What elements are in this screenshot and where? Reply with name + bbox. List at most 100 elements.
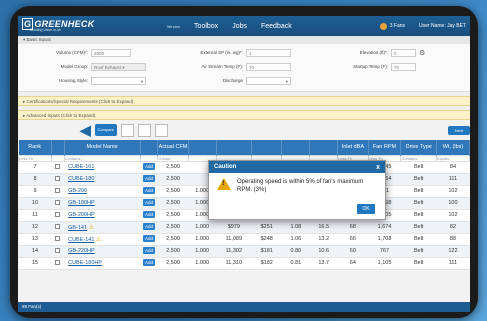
tablet-device: G GREENHECK Building Value in Air Version…: [10, 6, 478, 318]
model-link[interactable]: GB-220HP: [68, 248, 95, 254]
air-temp-input[interactable]: 70: [246, 62, 291, 71]
column-header[interactable]: [281, 140, 311, 155]
cell-dba: 68: [337, 221, 369, 234]
model-link[interactable]: CUBE-180HP: [68, 260, 102, 266]
cell-drive: Belt: [400, 245, 437, 258]
elevation-input[interactable]: 0: [391, 48, 416, 57]
nav-feedback[interactable]: Feedback: [261, 23, 292, 30]
row-checkbox[interactable]: [55, 175, 61, 181]
table-row[interactable]: 14 GB-220HP Add 2,500 1.000 11,302 $181 0.80 10.…: [18, 245, 470, 258]
column-header[interactable]: Drive Type: [400, 140, 437, 155]
dialog-header: Caution x: [209, 161, 385, 173]
compare-slot-1[interactable]: [120, 123, 134, 137]
add-button[interactable]: Add: [142, 259, 155, 266]
esp-input[interactable]: 1: [246, 48, 291, 57]
startup-temp-input[interactable]: 70: [391, 62, 416, 71]
column-header[interactable]: Rank: [18, 140, 52, 155]
add-button[interactable]: Add: [142, 199, 155, 206]
cell-rank: 12: [18, 221, 52, 234]
housing-select[interactable]: ▾: [91, 76, 146, 85]
column-header[interactable]: [140, 140, 159, 155]
column-header[interactable]: [188, 140, 217, 155]
back-arrow-icon[interactable]: ◀: [80, 122, 91, 139]
next-button[interactable]: Next: [448, 125, 470, 135]
row-checkbox[interactable]: [55, 259, 61, 265]
model-link[interactable]: GB-200: [68, 188, 87, 194]
model-link[interactable]: GB-200HP: [68, 212, 95, 218]
cell-drive: Belt: [400, 209, 437, 222]
housing-label: Housing Style:: [58, 78, 88, 83]
row-checkbox-cell: [51, 245, 65, 258]
greenheck-logo[interactable]: G GREENHECK Building Value in Air: [22, 17, 95, 33]
results-toolbar: ◀ Compare Next: [18, 120, 470, 140]
model-cell: GB-141 ⚠: [64, 221, 141, 234]
model-link[interactable]: CUBE-141: [68, 237, 94, 243]
table-row[interactable]: 12 GB-141 ⚠ Add 2,500 1.000 $979 $251 1.08 16.5 6…: [18, 221, 470, 234]
nav-jobs[interactable]: Jobs: [232, 23, 247, 30]
cell-cfm: 2,500: [157, 221, 189, 234]
close-icon[interactable]: x: [376, 164, 380, 171]
model-link[interactable]: CUBE-180: [68, 176, 94, 182]
table-row[interactable]: 15 CUBE-180HP Add 2,500 1.000 11,310 $182 0.81 1…: [18, 257, 470, 270]
version-label: Version: [166, 23, 181, 29]
fans-counter[interactable]: 3 Fans: [379, 22, 405, 30]
breadcrumb[interactable]: ▾ Basic Inputs: [18, 36, 470, 44]
add-button[interactable]: Add: [142, 187, 155, 194]
column-header[interactable]: Actual CFM: [157, 140, 189, 155]
row-checkbox-cell: [51, 173, 65, 186]
column-header[interactable]: Wt. (lbs): [436, 140, 470, 155]
add-button[interactable]: Add: [142, 211, 155, 218]
warning-icon: ⚠: [94, 236, 102, 243]
add-button[interactable]: Add: [142, 235, 155, 242]
certifications-accordion[interactable]: ▸ Certifications/Special Requirements (C…: [18, 96, 470, 106]
model-link[interactable]: GB-141: [68, 225, 87, 231]
cell-c2: 11,089: [216, 233, 252, 246]
esp-field: External SP (in. wg)*: 1: [168, 48, 328, 57]
compare-slot-3[interactable]: [154, 123, 168, 137]
row-checkbox[interactable]: [55, 235, 61, 241]
compare-slot-2[interactable]: [137, 123, 151, 137]
row-checkbox[interactable]: [55, 247, 61, 253]
ok-button[interactable]: OK: [357, 204, 375, 214]
volume-input[interactable]: 2500: [91, 48, 131, 57]
nav-toolbox[interactable]: Toolbox: [194, 23, 218, 30]
table-row[interactable]: 13 CUBE-141 ⚠ Add 2,500 1.000 11,089 $248 1.06 1…: [18, 233, 470, 246]
user-name[interactable]: User Name: Jay BET: [419, 23, 466, 29]
cell-rpm: 1,674: [368, 221, 401, 234]
column-header[interactable]: [251, 140, 283, 155]
compare-button[interactable]: Compare: [94, 124, 117, 136]
add-button[interactable]: Add: [142, 223, 155, 230]
column-header[interactable]: Inlet dBA: [337, 140, 369, 155]
cell-c1: 1.000: [188, 233, 217, 246]
cell-rpm: 1,105: [368, 257, 401, 270]
cell-c5: 13.2: [309, 233, 338, 246]
add-button[interactable]: Add: [142, 163, 155, 170]
model-link[interactable]: GB-180HP: [68, 200, 95, 206]
fan-icon: [379, 22, 387, 30]
row-checkbox[interactable]: [55, 223, 61, 229]
volume-field: Volume (CFM)*: 2500: [28, 48, 168, 57]
gear-icon[interactable]: ⚙: [419, 49, 425, 57]
row-checkbox[interactable]: [55, 199, 61, 205]
add-button[interactable]: Add: [142, 247, 155, 254]
startup-temp-field: Startup Temp (F): 70: [328, 62, 416, 71]
warning-icon: ⚠: [87, 224, 95, 231]
column-header[interactable]: [51, 140, 65, 155]
advanced-inputs-accordion[interactable]: ▸ Advanced Inputs (Click to Expand): [18, 110, 470, 120]
row-checkbox-cell: [51, 185, 65, 198]
column-header[interactable]: [309, 140, 339, 155]
row-checkbox[interactable]: [55, 163, 61, 169]
add-cell: Add: [140, 233, 158, 246]
cell-cfm: 2,500: [157, 197, 189, 210]
column-header[interactable]: Model Name: [64, 140, 141, 155]
model-cell: GB-180HP: [64, 197, 141, 210]
add-button[interactable]: Add: [142, 175, 155, 182]
discharge-select[interactable]: ▾: [246, 76, 291, 85]
row-checkbox[interactable]: [55, 211, 61, 217]
model-group-select[interactable]: Roof Exhaust ▾: [91, 62, 146, 71]
row-checkbox[interactable]: [55, 187, 61, 193]
cell-wt: 111: [436, 173, 470, 186]
column-header[interactable]: [216, 140, 253, 155]
model-link[interactable]: CUBE-161: [68, 164, 94, 170]
column-header[interactable]: Fan RPM: [368, 140, 402, 155]
